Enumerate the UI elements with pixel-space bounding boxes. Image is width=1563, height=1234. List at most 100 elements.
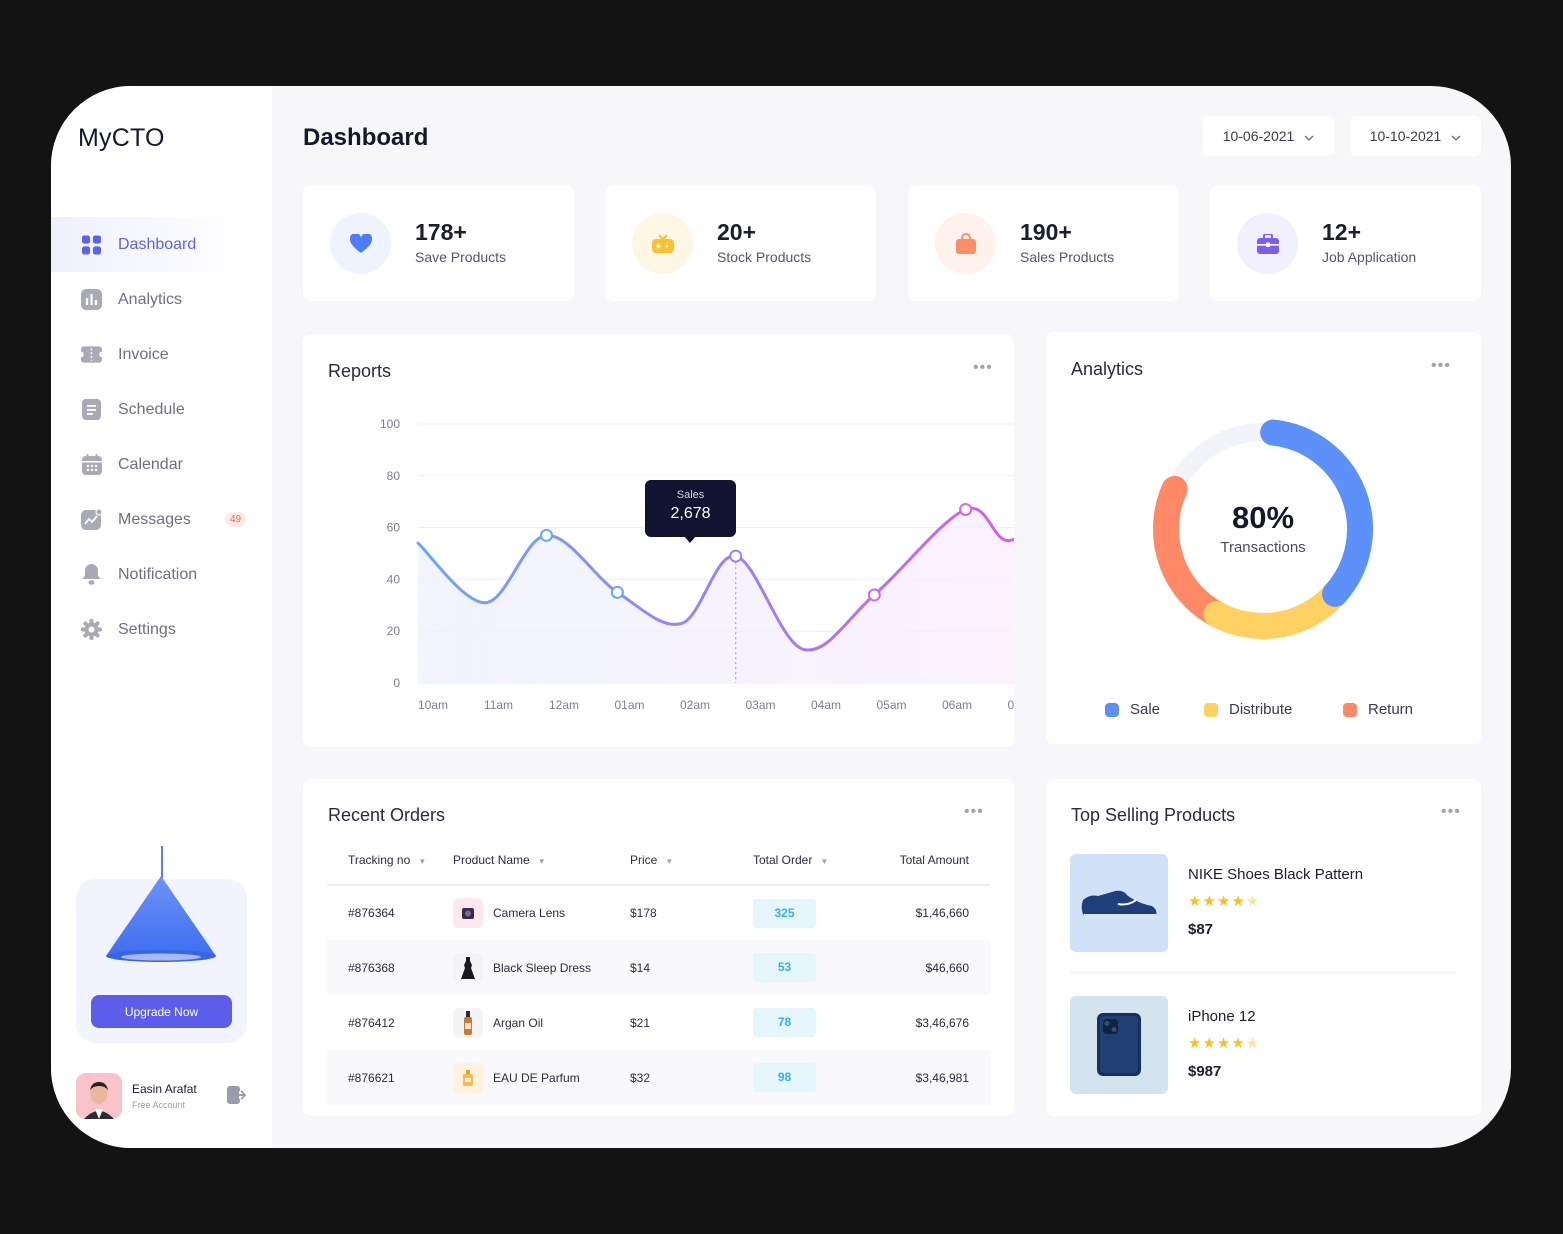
x-tick-label: 11am [484,698,513,712]
sidebar-item-label: Dashboard [118,235,197,253]
price-cell: $32 [630,1050,753,1105]
column-header-total-order[interactable]: Total Order ▼ [753,836,873,886]
legend-swatch [1343,702,1357,717]
top-selling-title: Top Selling Products [1071,805,1236,825]
top-product-name[interactable]: NIKE Shoes Black Pattern [1188,866,1363,883]
donut-segment-distribute[interactable] [1203,582,1347,639]
page-title: Dashboard [303,124,429,151]
user-info: Easin Arafat Free Account [132,1082,197,1110]
analytics-more-icon[interactable]: ••• [1431,357,1451,375]
column-header-total-amount: Total Amount [873,836,990,886]
stat-card-sales-products[interactable]: 190+ Sales Products [908,185,1179,301]
logout-icon[interactable] [227,1086,247,1109]
upgrade-now-button[interactable]: Upgrade Now [91,995,232,1028]
legend-label: Distribute [1229,701,1293,718]
sidebar-item-label: Messages [118,510,191,528]
tracking-cell: #876412 [348,1015,395,1030]
sidebar-item-label: Analytics [118,290,183,308]
sidebar-item-messages[interactable]: Messages 49 [51,492,272,547]
stat-card-job-application[interactable]: 12+ Job Application [1210,185,1481,301]
sidebar-item-schedule[interactable]: Schedule [51,382,272,437]
column-header-price[interactable]: Price ▼ [630,836,753,886]
x-tick-label: 12am [549,698,579,712]
sidebar-item-label: Calendar [118,455,183,473]
ticket-icon [81,344,102,365]
phone-icon[interactable] [1070,996,1168,1094]
sidebar-item-invoice[interactable]: Invoice [51,327,272,382]
stat-value: 190+ [1020,219,1072,245]
sidebar-item-dashboard[interactable]: Dashboard [51,217,272,272]
donut-center-value: 80% [1231,500,1295,535]
x-tick-label: 07am [1007,698,1014,712]
top-product-price: $87 [1188,921,1214,938]
data-point[interactable] [729,549,743,563]
chevron-down-icon [1451,128,1461,144]
sidebar-item-settings[interactable]: Settings [51,602,272,657]
app-logo[interactable]: MyCTO [78,124,165,153]
order-count-badge: 325 [753,898,816,928]
chart-tooltip: Sales 2,678 [645,480,736,537]
rating-stars: ★★★★★ [1188,1035,1261,1052]
legend-item-sale: Sale [1105,701,1204,718]
message-chart-icon [81,509,102,530]
bar-chart-icon [81,289,102,310]
product-cell: Camera Lens [453,885,630,940]
orders-more-icon[interactable]: ••• [964,803,984,821]
sidebar-item-label: Invoice [118,345,169,363]
column-header-product[interactable]: Product Name ▼ [453,836,630,886]
stat-label: Sales Products [1020,249,1115,265]
user-profile[interactable]: Easin Arafat Free Account [76,1073,197,1119]
grid-icon [81,234,102,255]
x-tick-label: 03am [745,698,775,712]
user-name: Easin Arafat [132,1082,197,1096]
y-tick-label: 40 [387,572,401,586]
total-order-cell: 78 [753,995,873,1050]
stat-value: 12+ [1322,219,1362,245]
top-selling-more-icon[interactable]: ••• [1441,803,1461,821]
data-point[interactable] [539,528,553,542]
product-cell: Black Sleep Dress [453,940,630,995]
data-point[interactable] [610,585,624,599]
stat-card-stock-products[interactable]: 20+ Stock Products [605,185,876,301]
date-from-picker[interactable]: 10-06-2021 [1203,116,1334,156]
date-from-value: 10-06-2021 [1222,128,1295,144]
rating-stars: ★★★★★ [1188,893,1261,910]
order-count-badge: 53 [753,953,816,982]
shoe-icon[interactable] [1070,854,1168,952]
analytics-title: Analytics [1071,359,1144,379]
stat-value: 20+ [717,219,757,245]
recent-orders-title: Recent Orders [328,805,446,825]
tooltip-arrow [684,536,696,543]
stat-label: Job Application [1322,249,1417,265]
y-tick-label: 80 [387,469,401,483]
x-tick-label: 10am [418,698,448,712]
data-point[interactable] [959,502,973,516]
sidebar-item-analytics[interactable]: Analytics [51,272,272,327]
reports-line-chart: 0 20 40 60 80 100 10am 11am 12am 01am 02am 03am 04am… [380,417,1014,712]
donut-center-label: Transactions [1220,539,1306,556]
y-tick-label: 60 [387,521,401,535]
oil-bottle-icon [453,1007,483,1038]
amount-cell: $1,46,660 [915,906,969,920]
amount-cell: $3,46,676 [915,1015,969,1030]
table-row[interactable]: #876364 Camera Lens $178 325 $1,46,660 [327,885,990,940]
table-row[interactable]: #876368 Black Sleep Dress $14 53 $46,660 [327,940,990,995]
total-order-cell: 325 [753,885,873,940]
price-cell: $178 [630,906,657,920]
sidebar-item-notification[interactable]: Notification [51,547,272,602]
column-header-tracking[interactable]: Tracking no ▼ [327,836,453,886]
sidebar-item-calendar[interactable]: Calendar [51,437,272,492]
sidebar-item-label: Notification [118,565,198,583]
tooltip-label: Sales [676,489,705,501]
top-product-name[interactable]: iPhone 12 [1188,1008,1256,1025]
legend-swatch [1105,702,1119,717]
stat-value: 178+ [415,219,467,245]
dress-icon [453,952,483,983]
total-order-cell: 53 [753,940,873,995]
table-row[interactable]: #876621 EAU DE Parfum $32 98 $3,46,981 [327,1050,990,1105]
x-tick-label: 02am [680,698,710,712]
date-to-picker[interactable]: 10-10-2021 [1350,116,1481,156]
data-point[interactable] [867,588,881,602]
table-row[interactable]: #876412 Argan Oil $21 78 $3,46,676 [327,995,990,1050]
stat-card-save-products[interactable]: 178+ Save Products [303,185,574,301]
